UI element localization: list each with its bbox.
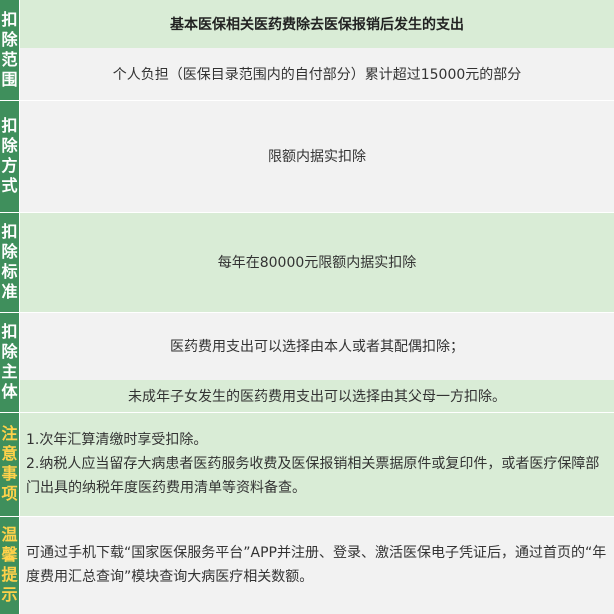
note-item-1: 1.次年汇算清缴时享受扣除。 (26, 432, 208, 448)
row-tips: 温 馨 提 示 可通过手机下载“国家医保服务平台”APP并注册、登录、激活医保电… (0, 516, 614, 614)
scope-detail: 个人负担（医保目录范围内的自付部分）累计超过15000元的部分 (20, 48, 614, 100)
label-char: 温 (1, 525, 18, 544)
label-char: 项 (1, 484, 18, 503)
row-divider (0, 516, 614, 517)
method-text: 限额内据实扣除 (20, 100, 614, 212)
label-char: 除 (1, 242, 18, 261)
label-char: 式 (1, 176, 18, 195)
row-deduction-standard: 扣 除 标 准 每年在80000元限额内据实扣除 (0, 212, 614, 312)
row-label-standard: 扣 除 标 准 (0, 212, 20, 312)
label-char: 注 (1, 424, 18, 443)
row-label-subject: 扣 除 主 体 (0, 312, 20, 412)
tips-content: 可通过手机下载“国家医保服务平台”APP并注册、登录、激活医保电子凭证后，通过首… (20, 516, 614, 614)
row-deduction-scope: 扣 除 范 围 基本医保相关医药费除去医保报销后发生的支出 个人负担（医保目录范… (0, 0, 614, 100)
row-label-tips: 温 馨 提 示 (0, 516, 20, 614)
label-char: 方 (1, 156, 18, 175)
label-char: 扣 (1, 322, 18, 341)
row-label-scope: 扣 除 范 围 (0, 0, 20, 100)
standard-text: 每年在80000元限额内据实扣除 (20, 212, 614, 312)
row-label-method: 扣 除 方 式 (0, 100, 20, 212)
label-char: 意 (1, 444, 18, 463)
label-char: 提 (1, 565, 18, 584)
label-char: 准 (1, 282, 18, 301)
row-label-notes: 注 意 事 项 (0, 412, 20, 516)
label-char: 除 (1, 136, 18, 155)
label-char: 体 (1, 382, 18, 401)
label-char: 范 (1, 50, 18, 69)
row-deduction-subject: 扣 除 主 体 医药费用支出可以选择由本人或者其配偶扣除； 未成年子女发生的医药… (0, 312, 614, 412)
scope-heading: 基本医保相关医药费除去医保报销后发生的支出 (20, 0, 614, 48)
row-divider (0, 212, 614, 213)
label-char: 扣 (1, 222, 18, 241)
note-item-2: 2.纳税人应当留存大病患者医药服务收费及医保报销相关票据原件或复印件，或者医疗保… (26, 456, 600, 496)
row-deduction-method: 扣 除 方 式 限额内据实扣除 (0, 100, 614, 212)
label-char: 围 (1, 70, 18, 89)
deduction-info-table: 扣 除 范 围 基本医保相关医药费除去医保报销后发生的支出 个人负担（医保目录范… (0, 0, 614, 614)
subject-line-1: 医药费用支出可以选择由本人或者其配偶扣除； (20, 312, 614, 380)
scope-content: 基本医保相关医药费除去医保报销后发生的支出 个人负担（医保目录范围内的自付部分）… (20, 0, 614, 100)
row-divider (0, 412, 614, 413)
label-char: 主 (1, 362, 18, 381)
label-char: 除 (1, 30, 18, 49)
subject-line-2: 未成年子女发生的医药费用支出可以选择由其父母一方扣除。 (20, 380, 614, 412)
row-notes: 注 意 事 项 1.次年汇算清缴时享受扣除。 2.纳税人应当留存大病患者医药服务… (0, 412, 614, 516)
label-char: 除 (1, 342, 18, 361)
notes-content: 1.次年汇算清缴时享受扣除。 2.纳税人应当留存大病患者医药服务收费及医保报销相… (20, 412, 614, 516)
row-divider (0, 312, 614, 313)
label-char: 扣 (1, 116, 18, 135)
tips-text: 可通过手机下载“国家医保服务平台”APP并注册、登录、激活医保电子凭证后，通过首… (26, 545, 607, 585)
label-char: 标 (1, 262, 18, 281)
label-char: 馨 (1, 545, 18, 564)
subject-content: 医药费用支出可以选择由本人或者其配偶扣除； 未成年子女发生的医药费用支出可以选择… (20, 312, 614, 412)
row-divider (0, 100, 614, 101)
label-char: 示 (1, 585, 18, 604)
label-char: 事 (1, 464, 18, 483)
label-char: 扣 (1, 10, 18, 29)
